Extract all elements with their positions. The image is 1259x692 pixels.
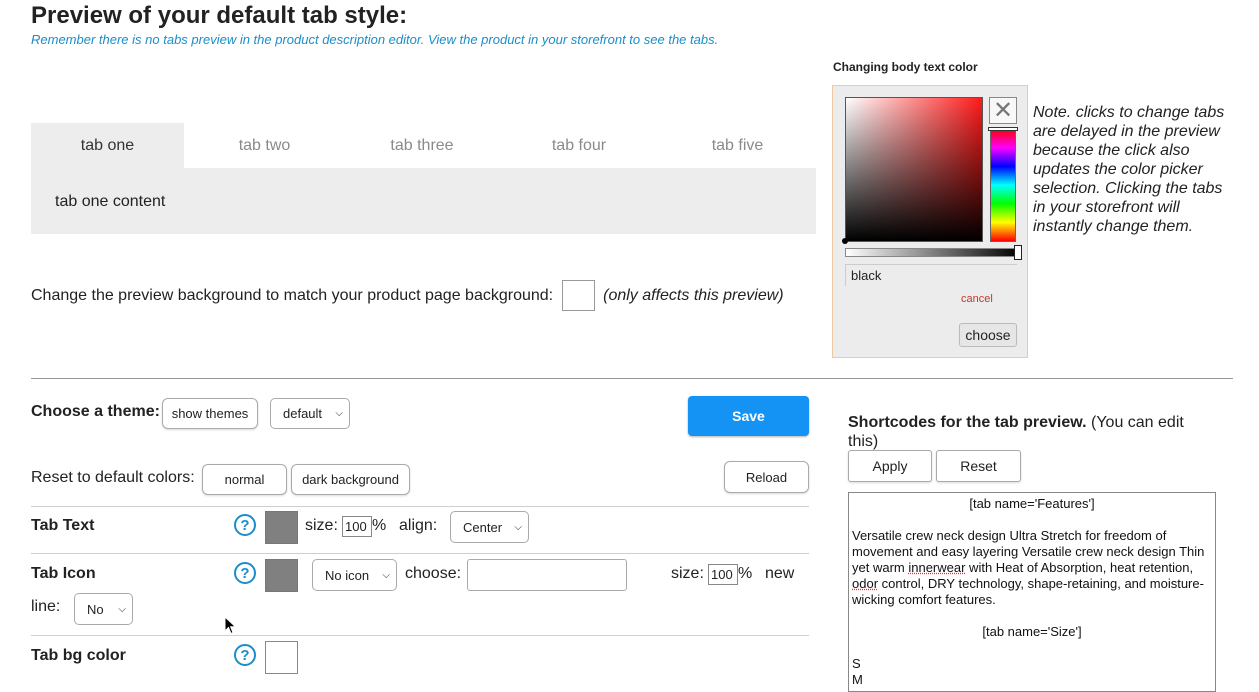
- paragraph-text: with Heat of Absorption, heat retention,: [965, 560, 1194, 575]
- tab-four[interactable]: tab four: [499, 123, 659, 168]
- tab-text-align-value: Center: [463, 519, 503, 535]
- page-title: Preview of your default tab style:: [31, 2, 408, 29]
- save-button[interactable]: Save: [688, 396, 809, 436]
- picker-note: Note. clicks to change tabs are delayed …: [1033, 104, 1225, 235]
- reset-colors-label: Reset to default colors:: [31, 469, 195, 486]
- preview-background-row: Change the preview background to match y…: [31, 280, 784, 311]
- tab-text-label: Tab Text: [31, 517, 95, 534]
- row-divider: [31, 635, 809, 636]
- shortcodes-textarea[interactable]: [tab name='Features'] Versatile crew nec…: [848, 492, 1216, 692]
- tab-text-size-label: size:: [305, 517, 338, 534]
- hue-handle[interactable]: [988, 127, 1018, 131]
- tab-text-size-input[interactable]: 100: [342, 516, 372, 537]
- help-icon[interactable]: ?: [234, 644, 256, 666]
- new-line-value: No: [87, 601, 104, 617]
- tab-icon-size-value: 100: [711, 567, 733, 582]
- tab-icon-label: Tab Icon: [31, 565, 96, 582]
- tab-five[interactable]: tab five: [659, 123, 816, 168]
- tab-text-align-select[interactable]: Center ⌵: [450, 511, 529, 543]
- saturation-area[interactable]: [845, 97, 983, 242]
- theme-select[interactable]: default ⌵: [270, 398, 350, 429]
- misspelled-word: odor: [852, 576, 879, 591]
- new-line-label-b: line:: [31, 598, 61, 615]
- shortcodes-title: Shortcodes for the tab preview. (You can…: [848, 413, 1208, 451]
- shortcodes-title-bold: Shortcodes for the tab preview.: [848, 414, 1087, 431]
- tab-icon-choose-label: choose:: [405, 565, 462, 582]
- section-divider: [31, 378, 1233, 379]
- page-subtitle: Remember there is no tabs preview in the…: [31, 32, 719, 47]
- tab-bg-label: Tab bg color: [31, 647, 126, 664]
- tab-text-color-swatch[interactable]: [265, 511, 298, 544]
- picker-cancel-link[interactable]: cancel: [961, 293, 993, 305]
- reset-dark-button[interactable]: dark background: [291, 464, 410, 495]
- tab-icon-value: No icon: [325, 567, 370, 583]
- size-item: M: [852, 672, 863, 687]
- tab-one[interactable]: tab one: [31, 123, 184, 168]
- color-picker-title: Changing body text color: [833, 60, 978, 74]
- chevron-down-icon: ⌵: [382, 569, 390, 581]
- color-value-input[interactable]: [845, 264, 1017, 286]
- chevron-down-icon: ⌵: [335, 408, 343, 419]
- shortcode-line: [tab name='Size']: [982, 624, 1082, 639]
- preview-background-label: Change the preview background to match y…: [31, 286, 554, 304]
- misspelled-word: innerwear: [908, 560, 966, 575]
- alpha-handle[interactable]: [1014, 245, 1022, 260]
- reload-button[interactable]: Reload: [724, 461, 809, 493]
- row-divider: [31, 553, 809, 554]
- shortcode-paragraph: Versatile crew neck design Ultra Stretch…: [852, 528, 1212, 608]
- help-icon[interactable]: ?: [234, 514, 256, 536]
- paragraph-text: control, DRY technology, shape-retaining…: [852, 576, 1204, 607]
- close-icon[interactable]: ✕: [989, 97, 1017, 124]
- new-line-select[interactable]: No ⌵: [74, 593, 133, 625]
- chevron-down-icon: ⌵: [118, 603, 126, 615]
- preview-background-note: (only affects this preview): [603, 286, 784, 304]
- hue-slider[interactable]: [990, 128, 1016, 242]
- tab-bg-color-swatch[interactable]: [265, 641, 298, 674]
- row-divider: [31, 506, 809, 507]
- size-item: S: [852, 656, 861, 671]
- alpha-slider[interactable]: [845, 248, 1021, 257]
- preview-background-swatch[interactable]: [562, 280, 596, 311]
- new-line-label-a: new: [765, 565, 795, 582]
- saturation-marker[interactable]: [842, 238, 848, 244]
- chevron-down-icon: ⌵: [514, 521, 522, 533]
- tab-bar: tab one tab two tab three tab four tab f…: [31, 123, 816, 168]
- picker-choose-button[interactable]: choose: [959, 323, 1017, 347]
- reset-normal-button[interactable]: normal: [202, 464, 287, 495]
- help-icon[interactable]: ?: [234, 562, 256, 584]
- tab-three[interactable]: tab three: [345, 123, 499, 168]
- shortcode-line: [tab name='Features']: [969, 496, 1095, 511]
- tab-icon-choose-input[interactable]: [467, 559, 627, 591]
- tab-text-size-value: 100: [345, 519, 367, 534]
- tab-text-align-label: align:: [399, 517, 438, 534]
- size-item: L: [852, 688, 1212, 691]
- tab-icon-size-label: size:: [671, 565, 704, 582]
- theme-label: Choose a theme:: [31, 403, 160, 420]
- tab-content: tab one content: [55, 193, 166, 210]
- percent-sign: %: [738, 565, 753, 582]
- theme-select-value: default: [283, 406, 323, 421]
- mouse-cursor-icon: [224, 616, 237, 635]
- shortcodes-apply-button[interactable]: Apply: [848, 450, 932, 482]
- shortcodes-reset-button[interactable]: Reset: [936, 450, 1021, 482]
- tab-icon-size-input[interactable]: 100: [708, 564, 738, 585]
- color-picker: ✕ cancel choose: [832, 85, 1028, 358]
- tab-icon-select[interactable]: No icon ⌵: [312, 559, 397, 591]
- tabs-preview: tab one tab two tab three tab four tab f…: [31, 123, 816, 234]
- percent-sign: %: [372, 517, 387, 534]
- tab-two[interactable]: tab two: [184, 123, 345, 168]
- show-themes-button[interactable]: show themes: [162, 398, 258, 429]
- tab-icon-color-swatch[interactable]: [265, 559, 298, 592]
